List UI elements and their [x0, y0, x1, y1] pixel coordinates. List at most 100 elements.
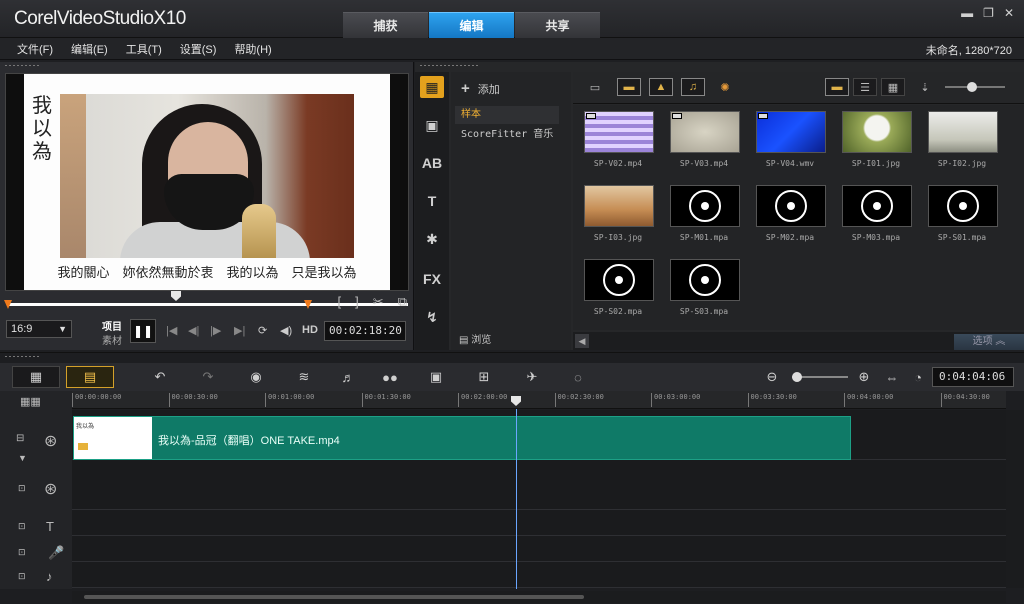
thumbnail-view-icon[interactable]: ▬ [825, 78, 849, 96]
track-manager-icon[interactable]: ▦▦ [20, 395, 41, 408]
storyboard-view-icon[interactable]: ▦ [12, 366, 60, 388]
overlay-track[interactable] [72, 460, 1006, 510]
thumb-size-slider[interactable] [945, 82, 1005, 92]
panel-grip[interactable] [4, 64, 40, 67]
title-track[interactable] [72, 510, 1006, 536]
split-icon[interactable]: ✂ [373, 294, 384, 310]
instant-project-icon[interactable]: ▣ [420, 114, 444, 136]
media-thumbnail[interactable]: SP-S02.mpa [575, 253, 661, 327]
mode-project[interactable]: 项目 [102, 318, 122, 333]
panel-grip[interactable] [4, 355, 40, 358]
restore-icon[interactable]: ❐ [983, 6, 994, 20]
lock-icon[interactable]: ⊡ [18, 521, 26, 532]
video-clip[interactable]: 我以為 我以為-品冠（翻唱）ONE TAKE.mp4 [73, 416, 851, 460]
playhead-marker[interactable] [511, 396, 521, 406]
music-track[interactable] [72, 562, 1006, 588]
menu-edit[interactable]: 编辑(E) [71, 41, 108, 57]
video-track[interactable]: 我以為 我以為-品冠（翻唱）ONE TAKE.mp4 [72, 410, 1006, 460]
record-capture-icon[interactable]: ◉ [246, 366, 266, 388]
scroll-thumb[interactable] [84, 595, 584, 599]
pause-button[interactable]: ❚❚ [130, 319, 156, 343]
scrub-head[interactable] [171, 291, 181, 301]
folder-scorefitter[interactable]: ScoreFitter 音乐 [455, 126, 559, 144]
sort-icon[interactable]: ⇣ [913, 78, 937, 96]
tab-capture[interactable]: 捕获 [343, 12, 428, 38]
preview-window[interactable]: 我以為 我的關心 妳依然無動於衷 我的以為 只是我以為 [5, 73, 409, 291]
menu-help[interactable]: 帮助(H) [234, 41, 271, 57]
list-view-icon[interactable]: ☰ [853, 78, 877, 96]
subtitle-editor-icon[interactable]: ▣ [426, 366, 446, 388]
media-thumbnail[interactable]: SP-I03.jpg [575, 179, 661, 253]
close-icon[interactable]: ✕ [1004, 6, 1014, 20]
fx-icon[interactable]: FX [420, 268, 444, 290]
grid-view-icon[interactable]: ▦ [881, 78, 905, 96]
fit-project-icon[interactable]: ⇔ [884, 366, 900, 388]
timecode-field[interactable]: 00:02:18:20 [324, 321, 406, 341]
show-video-icon[interactable]: ▬ [617, 78, 641, 96]
volume-icon[interactable]: ◀) [280, 324, 292, 337]
zoom-slider[interactable] [792, 372, 848, 382]
motion-tracking-icon[interactable]: ●● [378, 366, 402, 388]
lock-icon[interactable]: ⊡ [18, 571, 26, 582]
playhead-line[interactable] [516, 409, 517, 589]
time-remapping-icon[interactable]: ✈ [522, 366, 542, 388]
transition-icon[interactable]: AB [420, 152, 444, 174]
prev-frame-icon[interactable]: ◀| [188, 324, 199, 337]
menu-settings[interactable]: 设置(S) [180, 41, 217, 57]
lock-icon[interactable]: ⊡ [18, 547, 26, 558]
media-thumbnail[interactable]: SP-M03.mpa [833, 179, 919, 253]
hd-preview-icon[interactable]: HD [302, 324, 318, 336]
media-thumbnail[interactable]: SP-S03.mpa [661, 253, 747, 327]
timeline-view-icon[interactable]: ▤ [66, 366, 114, 388]
minimize-icon[interactable]: ▬ [961, 6, 973, 20]
mode-clip[interactable]: 素材 [102, 332, 122, 347]
scroll-left-icon[interactable]: ◀ [575, 334, 589, 348]
repeat-icon[interactable]: ⟳ [258, 324, 267, 337]
expand-icon[interactable]: ▼ [18, 453, 27, 463]
aspect-ratio-select[interactable]: 16:9 ▼ [6, 320, 72, 338]
vertical-scrollbar[interactable] [1006, 410, 1024, 588]
auto-music-icon[interactable]: ♬ [338, 366, 358, 388]
folder-open-icon[interactable]: ▭ [583, 78, 607, 96]
media-thumbnail[interactable]: SP-V03.mp4 [661, 105, 747, 179]
tab-edit[interactable]: 编辑 [429, 12, 514, 38]
time-ruler[interactable]: 00:04:30:00 00:04:00:00 00:03:30:00 00:03:0… [72, 391, 1006, 409]
media-thumbnail[interactable]: SP-M01.mpa [661, 179, 747, 253]
zoom-in-icon[interactable]: ⊕ [856, 366, 872, 388]
sound-mixer-icon[interactable]: ≋ [294, 366, 314, 388]
graphic-icon[interactable]: ✱ [420, 228, 444, 250]
options-button[interactable]: 选项 ︽ [954, 334, 1024, 350]
home-icon[interactable]: |◀ [166, 324, 177, 337]
add-folder-button[interactable]: + 添加 [461, 80, 500, 97]
path-icon[interactable]: ↯ [420, 306, 444, 328]
web-icon[interactable]: ✺ [713, 78, 737, 96]
panel-grip[interactable] [419, 64, 479, 67]
next-frame-icon[interactable]: |▶ [210, 324, 221, 337]
redo-icon[interactable]: ↷ [198, 366, 218, 388]
mask-creator-icon[interactable]: ◌ [568, 366, 588, 388]
slider-knob[interactable] [967, 82, 977, 92]
voice-track[interactable] [72, 536, 1006, 562]
slider-knob[interactable] [792, 372, 802, 382]
zoom-out-icon[interactable]: ⊖ [764, 366, 780, 388]
media-thumbnail[interactable]: SP-S01.mpa [919, 179, 1005, 253]
media-thumbnail[interactable]: SP-V04.wmv [747, 105, 833, 179]
menu-file[interactable]: 文件(F) [17, 41, 53, 57]
end-icon[interactable]: ▶| [234, 324, 245, 337]
browse-button[interactable]: ▤ 浏览 [459, 331, 491, 346]
horizontal-scrollbar[interactable] [72, 591, 1006, 603]
media-thumbnail[interactable]: SP-I01.jpg [833, 105, 919, 179]
lock-icon[interactable]: ⊟ [16, 433, 24, 444]
undo-icon[interactable]: ↶ [150, 366, 170, 388]
multi-camera-icon[interactable]: ⊞ [474, 366, 494, 388]
media-thumbnail[interactable]: SP-V02.mp4 [575, 105, 661, 179]
enlarge-icon[interactable]: ⧉ [398, 294, 407, 310]
mark-out-icon[interactable]: ] [355, 294, 359, 310]
lock-icon[interactable]: ⊡ [18, 483, 26, 494]
show-photo-icon[interactable]: ▲ [649, 78, 673, 96]
menu-tools[interactable]: 工具(T) [126, 41, 162, 57]
folder-samples[interactable]: 样本 [455, 106, 559, 124]
tab-share[interactable]: 共享 [515, 12, 600, 38]
show-audio-icon[interactable]: ♫ [681, 78, 705, 96]
title-icon[interactable]: T [420, 190, 444, 212]
